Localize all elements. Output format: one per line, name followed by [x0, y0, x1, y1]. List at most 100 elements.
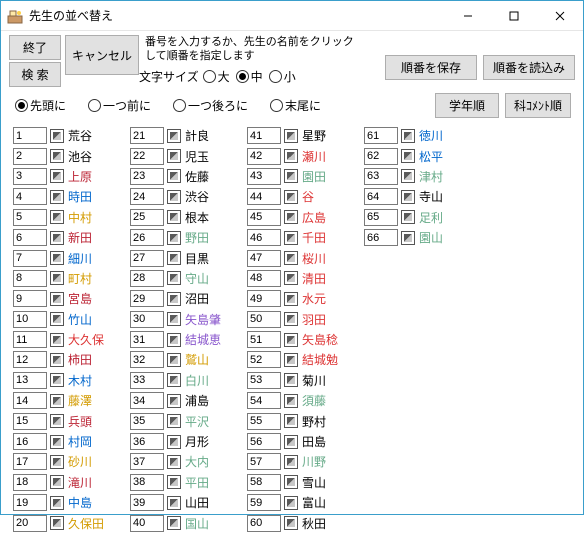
- teacher-icon[interactable]: [284, 312, 298, 326]
- teacher-icon[interactable]: [50, 149, 64, 163]
- order-input[interactable]: [247, 188, 281, 205]
- teacher-name[interactable]: 津村: [419, 168, 443, 185]
- teacher-icon[interactable]: [50, 190, 64, 204]
- order-input[interactable]: [13, 392, 47, 409]
- teacher-icon[interactable]: [50, 271, 64, 285]
- teacher-icon[interactable]: [401, 149, 415, 163]
- teacher-name[interactable]: 山田: [185, 494, 209, 511]
- font-large-radio[interactable]: 大: [203, 68, 230, 85]
- order-input[interactable]: [130, 474, 164, 491]
- teacher-icon[interactable]: [50, 333, 64, 347]
- teacher-name[interactable]: 菊川: [302, 372, 326, 389]
- order-input[interactable]: [130, 290, 164, 307]
- teacher-name[interactable]: 足利: [419, 209, 443, 226]
- teacher-name[interactable]: 結城恵: [185, 331, 221, 348]
- close-button[interactable]: [537, 1, 583, 31]
- teacher-name[interactable]: 佐藤: [185, 168, 209, 185]
- teacher-icon[interactable]: [50, 516, 64, 530]
- teacher-name[interactable]: 松平: [419, 148, 443, 165]
- teacher-icon[interactable]: [167, 414, 181, 428]
- teacher-icon[interactable]: [167, 271, 181, 285]
- teacher-icon[interactable]: [50, 251, 64, 265]
- teacher-icon[interactable]: [284, 496, 298, 510]
- teacher-icon[interactable]: [50, 394, 64, 408]
- teacher-icon[interactable]: [284, 373, 298, 387]
- order-input[interactable]: [247, 515, 281, 532]
- teacher-icon[interactable]: [284, 516, 298, 530]
- teacher-icon[interactable]: [167, 475, 181, 489]
- teacher-name[interactable]: 谷: [302, 188, 314, 205]
- order-input[interactable]: [130, 453, 164, 470]
- teacher-name[interactable]: 中島: [68, 494, 92, 511]
- teacher-icon[interactable]: [50, 496, 64, 510]
- teacher-icon[interactable]: [167, 353, 181, 367]
- teacher-icon[interactable]: [50, 414, 64, 428]
- teacher-name[interactable]: 守山: [185, 270, 209, 287]
- order-input[interactable]: [130, 311, 164, 328]
- teacher-icon[interactable]: [284, 129, 298, 143]
- order-input[interactable]: [364, 188, 398, 205]
- order-input[interactable]: [13, 351, 47, 368]
- teacher-name[interactable]: 矢島肇: [185, 311, 221, 328]
- save-order-button[interactable]: 順番を保存: [385, 55, 477, 80]
- teacher-name[interactable]: 大内: [185, 453, 209, 470]
- pos-prev-radio[interactable]: 一つ前に: [88, 97, 151, 114]
- order-input[interactable]: [247, 433, 281, 450]
- teacher-icon[interactable]: [284, 394, 298, 408]
- teacher-icon[interactable]: [401, 210, 415, 224]
- order-input[interactable]: [247, 392, 281, 409]
- teacher-name[interactable]: 児玉: [185, 148, 209, 165]
- teacher-icon[interactable]: [50, 129, 64, 143]
- teacher-icon[interactable]: [50, 169, 64, 183]
- order-input[interactable]: [13, 168, 47, 185]
- teacher-name[interactable]: 野村: [302, 413, 326, 430]
- teacher-icon[interactable]: [167, 251, 181, 265]
- teacher-icon[interactable]: [167, 292, 181, 306]
- teacher-name[interactable]: 村岡: [68, 433, 92, 450]
- teacher-name[interactable]: 平田: [185, 474, 209, 491]
- order-input[interactable]: [13, 494, 47, 511]
- teacher-name[interactable]: 水元: [302, 290, 326, 307]
- teacher-icon[interactable]: [284, 414, 298, 428]
- order-input[interactable]: [13, 453, 47, 470]
- teacher-icon[interactable]: [50, 353, 64, 367]
- teacher-name[interactable]: 計良: [185, 127, 209, 144]
- teacher-icon[interactable]: [284, 210, 298, 224]
- teacher-icon[interactable]: [50, 312, 64, 326]
- teacher-icon[interactable]: [167, 190, 181, 204]
- teacher-name[interactable]: 富山: [302, 494, 326, 511]
- comment-order-button[interactable]: 科ｺﾒﾝﾄ順: [505, 93, 571, 118]
- teacher-name[interactable]: 千田: [302, 229, 326, 246]
- teacher-name[interactable]: 上原: [68, 168, 92, 185]
- order-input[interactable]: [130, 148, 164, 165]
- teacher-name[interactable]: 荒谷: [68, 127, 92, 144]
- order-input[interactable]: [13, 413, 47, 430]
- order-input[interactable]: [13, 148, 47, 165]
- teacher-name[interactable]: 須藤: [302, 392, 326, 409]
- order-input[interactable]: [13, 515, 47, 532]
- pos-tail-radio[interactable]: 末尾に: [270, 97, 321, 114]
- teacher-icon[interactable]: [167, 129, 181, 143]
- teacher-name[interactable]: 宮島: [68, 290, 92, 307]
- teacher-icon[interactable]: [284, 169, 298, 183]
- teacher-name[interactable]: 兵頭: [68, 413, 92, 430]
- teacher-name[interactable]: 園山: [419, 229, 443, 246]
- teacher-name[interactable]: 時田: [68, 188, 92, 205]
- teacher-name[interactable]: 竹山: [68, 311, 92, 328]
- teacher-name[interactable]: 徳川: [419, 127, 443, 144]
- order-input[interactable]: [247, 270, 281, 287]
- order-input[interactable]: [247, 494, 281, 511]
- order-input[interactable]: [13, 433, 47, 450]
- order-input[interactable]: [247, 311, 281, 328]
- teacher-icon[interactable]: [284, 271, 298, 285]
- teacher-name[interactable]: 寺山: [419, 188, 443, 205]
- teacher-name[interactable]: 野田: [185, 229, 209, 246]
- teacher-name[interactable]: 滝川: [68, 474, 92, 491]
- teacher-name[interactable]: 目黒: [185, 250, 209, 267]
- grade-order-button[interactable]: 学年順: [435, 93, 499, 118]
- teacher-icon[interactable]: [284, 292, 298, 306]
- teacher-name[interactable]: 砂川: [68, 453, 92, 470]
- teacher-name[interactable]: 沼田: [185, 290, 209, 307]
- order-input[interactable]: [247, 250, 281, 267]
- teacher-icon[interactable]: [50, 475, 64, 489]
